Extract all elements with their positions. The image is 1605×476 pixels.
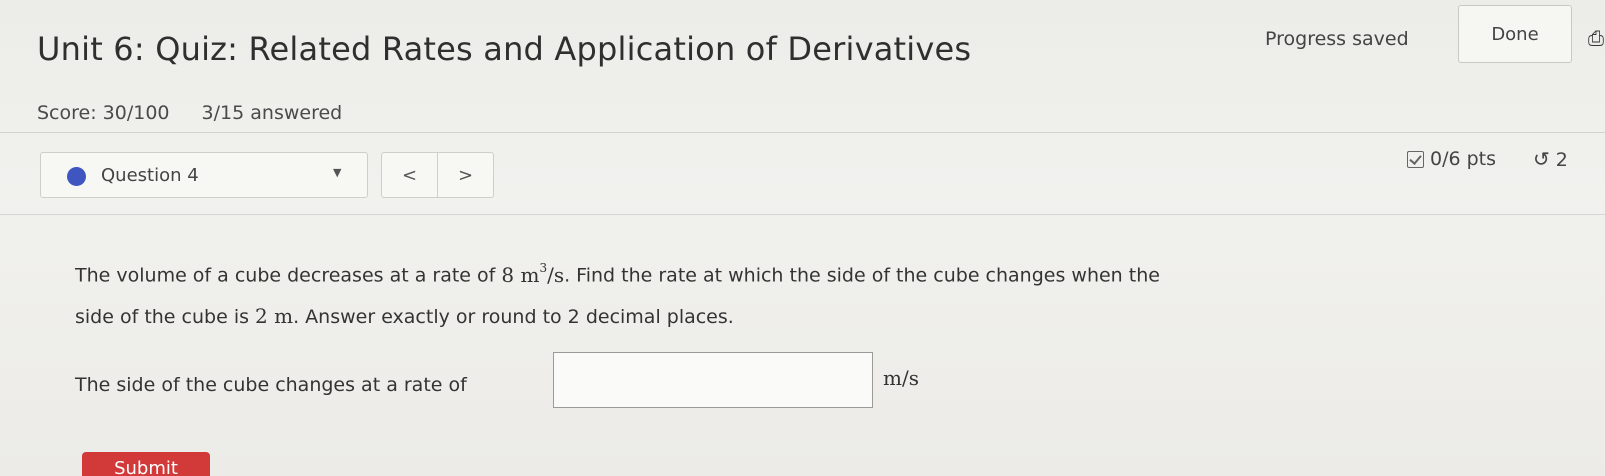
points-indicator: 0/6 pts xyxy=(1407,148,1496,170)
prev-question-button[interactable]: < xyxy=(382,153,437,197)
question-select[interactable]: Question 4 ▼ xyxy=(40,152,368,198)
question-nav: < > xyxy=(381,152,494,198)
retry-icon: ↺ xyxy=(1533,147,1550,171)
question-text: The volume of a cube decreases at a rate… xyxy=(75,250,1195,337)
page-title: Unit 6: Quiz: Related Rates and Applicat… xyxy=(37,30,972,68)
retry-count: 2 xyxy=(1555,149,1568,171)
submit-button[interactable]: Submit xyxy=(82,452,210,476)
question-status-dot xyxy=(67,167,86,186)
side-expression: 2 m xyxy=(255,303,294,328)
answer-label: The side of the cube changes at a rate o… xyxy=(75,374,467,396)
next-question-button[interactable]: > xyxy=(437,153,493,197)
chevron-down-icon: ▼ xyxy=(333,166,342,179)
answer-input[interactable] xyxy=(553,352,873,408)
question-text-part3: . Answer exactly or round to 2 decimal p… xyxy=(293,305,734,328)
points-text: 0/6 pts xyxy=(1430,148,1497,170)
score-summary: Score: 30/100 3/15 answered xyxy=(37,102,368,124)
question-text-part1: The volume of a cube decreases at a rate… xyxy=(75,264,502,287)
question-divider xyxy=(0,214,1605,215)
checkbox-icon xyxy=(1407,150,1424,168)
progress-status: Progress saved xyxy=(1265,28,1409,50)
score-text: Score: 30/100 xyxy=(37,102,170,124)
answered-count: 3/15 answered xyxy=(201,102,343,124)
answer-unit: m/s xyxy=(883,366,919,390)
print-icon[interactable]: ⎙ xyxy=(1588,26,1604,50)
header-divider xyxy=(0,132,1605,133)
done-button[interactable]: Done xyxy=(1458,5,1572,63)
rate-expression: 8 m3/s xyxy=(501,261,565,287)
answer-row: The side of the cube changes at a rate o… xyxy=(75,352,975,408)
question-select-label: Question 4 xyxy=(101,165,199,186)
retry-indicator[interactable]: ↺ 2 xyxy=(1533,147,1568,171)
